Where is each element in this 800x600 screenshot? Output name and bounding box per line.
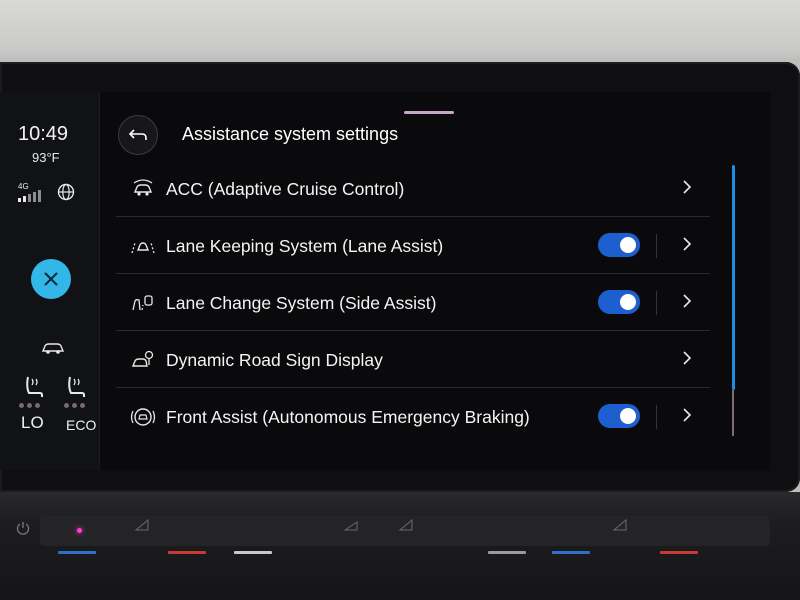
setting-row-acc[interactable]: ACC (Adaptive Cruise Control) bbox=[116, 160, 710, 217]
globe-icon bbox=[57, 183, 75, 201]
divider bbox=[656, 405, 657, 429]
setting-row-front-assist[interactable]: Front Assist (Autonomous Emergency Braki… bbox=[116, 388, 710, 445]
hardware-controls-panel bbox=[0, 492, 800, 600]
scrollbar-thumb[interactable] bbox=[732, 165, 735, 390]
setting-label: Lane Keeping System (Lane Assist) bbox=[166, 236, 444, 256]
left-seat-label: LO bbox=[21, 413, 44, 432]
temperature-slider-icon[interactable] bbox=[134, 518, 150, 532]
back-button[interactable] bbox=[118, 115, 158, 155]
lane-assist-icon bbox=[131, 242, 155, 254]
front-assist-toggle[interactable] bbox=[598, 404, 640, 428]
setting-label: ACC (Adaptive Cruise Control) bbox=[166, 179, 405, 199]
setting-label: Front Assist (Autonomous Emergency Braki… bbox=[166, 407, 530, 427]
scrollbar-track[interactable] bbox=[732, 390, 734, 436]
page-title: Assistance system settings bbox=[182, 124, 399, 144]
right-temperature-slider-icon[interactable] bbox=[612, 518, 628, 532]
signal-strength-icon: 4G bbox=[18, 182, 44, 202]
front-assist-icon bbox=[130, 408, 156, 426]
setting-row-lane-assist[interactable]: Lane Keeping System (Lane Assist) bbox=[116, 217, 710, 274]
clock: 10:49 bbox=[18, 123, 69, 145]
lane-assist-toggle[interactable] bbox=[598, 233, 640, 257]
settings-list: ACC (Adaptive Cruise Control) Lane Keepi… bbox=[116, 160, 710, 445]
setting-row-side-assist[interactable]: Lane Change System (Side Assist) bbox=[116, 274, 710, 331]
indicator-blue bbox=[58, 551, 96, 554]
car-icon[interactable] bbox=[40, 340, 66, 356]
setting-label: Lane Change System (Side Assist) bbox=[166, 293, 437, 313]
chevron-right-icon[interactable] bbox=[680, 177, 694, 197]
setting-row-road-sign[interactable]: Dynamic Road Sign Display bbox=[116, 331, 710, 388]
indicator-white bbox=[234, 551, 272, 554]
divider bbox=[656, 291, 657, 315]
chevron-right-icon[interactable] bbox=[680, 234, 694, 254]
left-seat-level bbox=[19, 403, 40, 408]
back-arrow-icon bbox=[128, 129, 147, 140]
volume-up-icon[interactable] bbox=[398, 518, 414, 532]
right-seat-level bbox=[64, 403, 85, 408]
chevron-right-icon[interactable] bbox=[680, 348, 694, 368]
indicator-red-right bbox=[660, 551, 698, 554]
setting-label: Dynamic Road Sign Display bbox=[166, 350, 383, 370]
divider bbox=[656, 234, 657, 258]
acc-icon bbox=[133, 179, 153, 196]
indicator-red bbox=[168, 551, 206, 554]
chevron-right-icon[interactable] bbox=[680, 405, 694, 425]
indicator-grey bbox=[488, 551, 526, 554]
right-seat-label: ECO bbox=[66, 417, 97, 433]
indicator-blue-right bbox=[552, 551, 590, 554]
pull-down-handle[interactable] bbox=[404, 111, 454, 114]
network-type: 4G bbox=[18, 182, 29, 191]
road-sign-icon bbox=[131, 350, 154, 367]
volume-down-icon[interactable] bbox=[343, 518, 359, 532]
power-icon[interactable] bbox=[15, 520, 31, 536]
left-seat-heating-icon[interactable] bbox=[20, 373, 48, 401]
chevron-right-icon[interactable] bbox=[680, 291, 694, 311]
right-seat-heating-icon[interactable] bbox=[62, 373, 90, 401]
side-assist-icon bbox=[132, 295, 153, 311]
status-led bbox=[77, 528, 82, 533]
close-icon bbox=[44, 272, 58, 286]
side-assist-toggle[interactable] bbox=[598, 290, 640, 314]
outside-temperature: 93°F bbox=[32, 150, 60, 165]
close-button[interactable] bbox=[31, 259, 71, 299]
